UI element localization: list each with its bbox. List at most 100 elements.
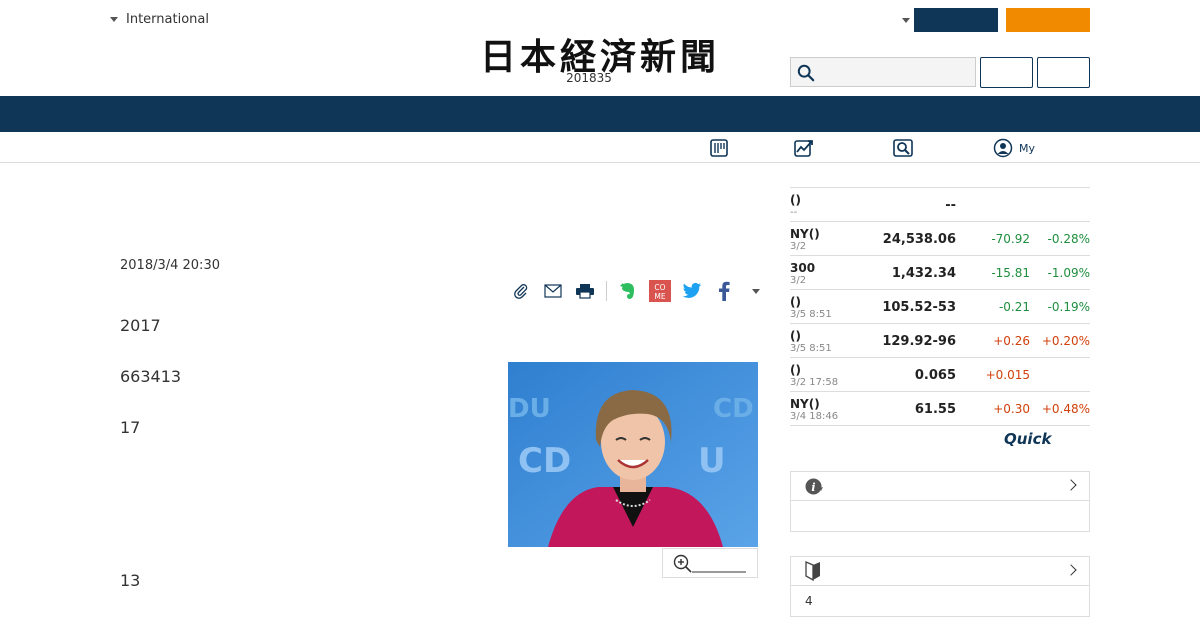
paperclip-icon — [514, 284, 528, 299]
newspaper-icon — [710, 139, 728, 157]
market-row[interactable]: () -- -- — [790, 188, 1090, 222]
photo-image: CD U DU CD — [508, 362, 758, 547]
svg-text:CD: CD — [518, 441, 571, 481]
market-percent: -0.19% — [1047, 300, 1090, 314]
market-value: 105.52-53 — [882, 300, 956, 315]
market-percent: -1.09% — [1047, 266, 1090, 280]
subnav-item-my[interactable]: My — [993, 137, 1035, 159]
edition-label: International — [126, 12, 209, 27]
guide-panel: 4 — [790, 556, 1090, 617]
market-time: 3/5 8:51 — [790, 343, 832, 354]
svg-text:ME: ME — [654, 292, 665, 301]
market-row[interactable]: () 3/5 8:51 105.52-53 -0.21 -0.19% — [790, 290, 1090, 324]
caret-down-icon[interactable] — [902, 17, 910, 23]
market-name: () — [790, 363, 801, 377]
share-more[interactable] — [745, 280, 767, 302]
zoom-in-icon — [673, 554, 746, 573]
market-name: () — [790, 329, 801, 343]
market-time: 3/5 8:51 — [790, 309, 832, 320]
share-facebook[interactable] — [713, 280, 735, 302]
facebook-icon — [719, 281, 730, 301]
market-time: -- — [790, 207, 798, 218]
article-paragraph: 17 — [120, 418, 141, 437]
market-row[interactable]: NY() 3/2 24,538.06 -70.92 -0.28% — [790, 222, 1090, 256]
market-name: NY() — [790, 397, 820, 411]
market-change: +0.26 — [993, 334, 1030, 348]
market-change: -0.21 — [998, 300, 1030, 314]
edition-selector[interactable]: International — [110, 12, 209, 27]
search-input[interactable] — [821, 58, 971, 86]
login-button[interactable] — [980, 57, 1033, 88]
chart-trend-icon — [794, 140, 813, 157]
market-time: 3/2 17:58 — [790, 377, 839, 388]
navy-header-button[interactable] — [914, 8, 998, 32]
info-panel-header[interactable]: i — [791, 472, 1089, 501]
market-row[interactable]: NY() 3/4 18:46 61.55 +0.30 +0.48% — [790, 392, 1090, 426]
market-time: 3/4 18:46 — [790, 411, 839, 422]
guide-panel-text: 4 — [805, 594, 813, 608]
market-name: () — [790, 193, 801, 207]
svg-text:U: U — [698, 441, 726, 481]
share-bar: CO ME — [510, 278, 777, 304]
guide-panel-body: 4 — [791, 586, 1089, 616]
svg-text:DU: DU — [508, 394, 551, 424]
market-row[interactable]: 300 3/2 1,432.34 -15.81 -1.09% — [790, 256, 1090, 290]
article-paragraph: 663413 — [120, 367, 182, 386]
share-twitter[interactable] — [681, 280, 703, 302]
orange-header-button[interactable] — [1006, 8, 1090, 32]
photo-zoom-button[interactable] — [662, 548, 758, 578]
svg-text:CD: CD — [713, 394, 754, 424]
subnav-item-search[interactable] — [893, 137, 913, 159]
share-email[interactable] — [542, 280, 564, 302]
market-change: +0.30 — [993, 402, 1030, 416]
share-separator — [606, 281, 607, 301]
article-photo[interactable]: CD U DU CD — [508, 362, 758, 547]
guide-panel-header[interactable] — [791, 557, 1089, 586]
chevron-right-icon — [1065, 479, 1077, 491]
chevron-right-icon — [1065, 564, 1077, 576]
main-navbar — [0, 96, 1200, 132]
share-clip[interactable] — [510, 280, 532, 302]
market-percent: +0.48% — [1041, 402, 1090, 416]
user-icon — [993, 138, 1013, 158]
caret-down-icon — [110, 17, 118, 22]
market-change: -15.81 — [991, 266, 1030, 280]
share-comemo[interactable]: CO ME — [649, 280, 671, 302]
comemo-icon: CO ME — [649, 280, 671, 302]
info-panel-body — [791, 501, 1089, 531]
market-percent: +0.20% — [1041, 334, 1090, 348]
register-button[interactable] — [1037, 57, 1090, 88]
market-table: () -- -- NY() 3/2 24,538.06 -70.92 -0.28% 300 3/2… — [790, 187, 1090, 426]
market-value: 61.55 — [914, 402, 956, 417]
share-print[interactable] — [574, 280, 596, 302]
search-box — [790, 57, 976, 87]
article-paragraph: 13 — [120, 571, 141, 590]
market-value: 24,538.06 — [882, 232, 956, 247]
market-time: 3/2 — [790, 275, 807, 286]
sub-navigation: My — [0, 132, 1200, 163]
info-icon: i — [805, 478, 823, 495]
subnav-item-markets[interactable] — [793, 137, 815, 159]
market-row[interactable]: () 3/2 17:58 0.065 +0.015 — [790, 358, 1090, 392]
quick-logo[interactable]: Quick — [1004, 430, 1051, 448]
subnav-item-newspaper[interactable] — [709, 137, 729, 159]
search-box-icon — [893, 139, 913, 157]
twitter-icon — [682, 282, 702, 298]
article-date: 2018/3/4 20:30 — [120, 258, 220, 273]
market-value: 129.92-96 — [882, 334, 956, 349]
market-change: +0.015 — [985, 368, 1030, 382]
share-evernote[interactable] — [617, 280, 639, 302]
caret-down-icon — [752, 288, 760, 294]
search-icon[interactable] — [797, 64, 815, 82]
market-value: 0.065 — [914, 368, 956, 383]
market-name: () — [790, 295, 801, 309]
article-paragraph: 2017 — [120, 316, 161, 335]
beginner-mark-icon — [805, 561, 820, 581]
info-panel: i — [790, 471, 1090, 532]
svg-text:CO: CO — [654, 283, 665, 292]
evernote-icon — [620, 283, 634, 299]
market-row[interactable]: () 3/5 8:51 129.92-96 +0.26 +0.20% — [790, 324, 1090, 358]
mail-icon — [544, 284, 562, 298]
market-percent: -0.28% — [1047, 232, 1090, 246]
header-actions — [902, 8, 1090, 32]
